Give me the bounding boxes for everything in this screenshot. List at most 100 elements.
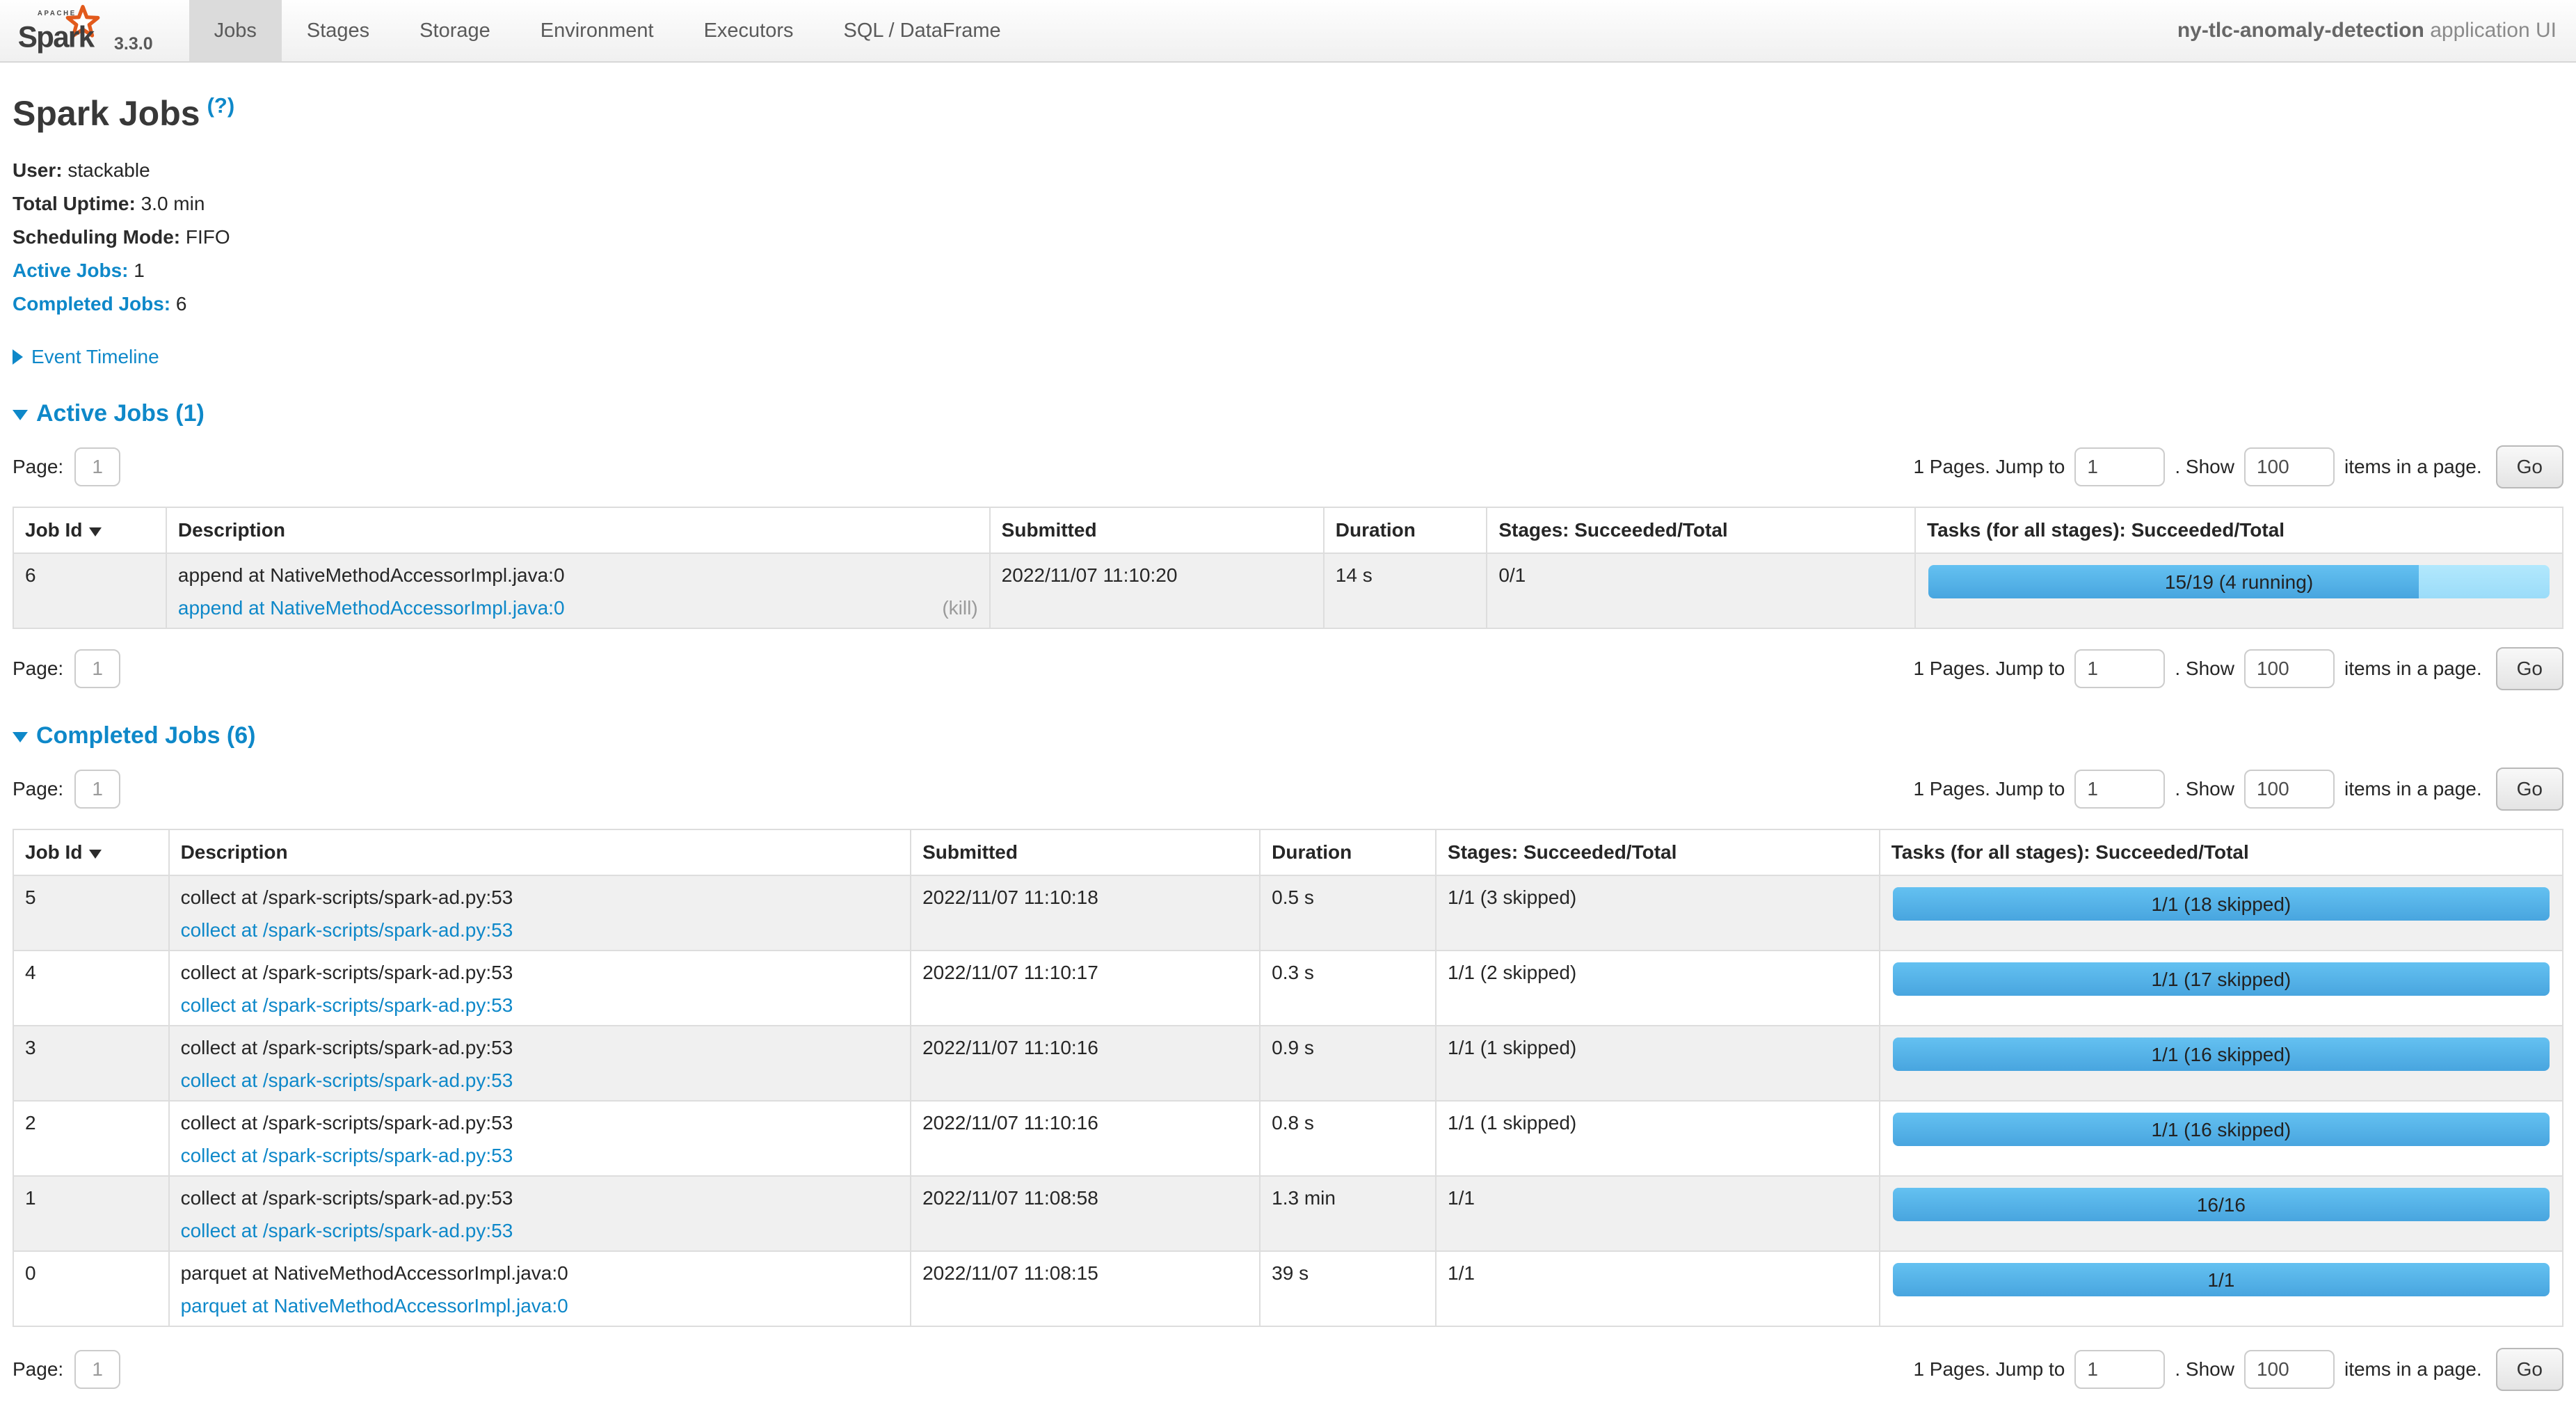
job-detail-link[interactable]: append at NativeMethodAccessorImpl.java:…	[178, 596, 565, 619]
page-number-input[interactable]	[74, 1350, 120, 1389]
description-cell: parquet at NativeMethodAccessorImpl.java…	[169, 1251, 911, 1326]
page-number-input[interactable]	[74, 447, 120, 486]
tab-environment[interactable]: Environment	[515, 0, 679, 61]
column-duration[interactable]: Duration	[1260, 829, 1436, 875]
tasks-cell: 1/1 (17 skipped)	[1880, 951, 2563, 1026]
job-id-cell: 5	[13, 875, 169, 951]
progress-label: 1/1 (18 skipped)	[1893, 887, 2550, 921]
submitted-cell: 2022/11/07 11:10:16	[911, 1101, 1260, 1176]
column-job-id[interactable]: Job Id	[13, 829, 169, 875]
completed-jobs-pager-top: Page: 1 Pages. Jump to . Show items in a…	[13, 768, 2563, 811]
submitted-cell: 2022/11/07 11:10:17	[911, 951, 1260, 1026]
items-per-page-input[interactable]	[2244, 649, 2335, 688]
spark-logo[interactable]: APACHE Spark 3.3.0	[0, 0, 160, 61]
job-id-cell: 4	[13, 951, 169, 1026]
stages-cell: 1/1 (1 skipped)	[1436, 1026, 1880, 1101]
completed-jobs-link[interactable]: Completed Jobs:	[13, 293, 170, 315]
collapse-open-icon	[13, 732, 28, 742]
jump-to-page-input[interactable]	[2074, 770, 2165, 809]
description-cell: collect at /spark-scripts/spark-ad.py:53…	[169, 1176, 911, 1251]
column-tasks[interactable]: Tasks (for all stages): Succeeded/Total	[1915, 507, 2563, 553]
tab-jobs[interactable]: Jobs	[189, 0, 282, 61]
job-id-cell: 6	[13, 553, 166, 628]
column-submitted[interactable]: Submitted	[911, 829, 1260, 875]
job-detail-link[interactable]: parquet at NativeMethodAccessorImpl.java…	[181, 1294, 568, 1317]
table-row: 4 collect at /spark-scripts/spark-ad.py:…	[13, 951, 2563, 1026]
submitted-cell: 2022/11/07 11:08:58	[911, 1176, 1260, 1251]
active-jobs-pager-bottom: Page: 1 Pages. Jump to . Show items in a…	[13, 647, 2563, 690]
stages-cell: 1/1	[1436, 1251, 1880, 1326]
sort-desc-icon	[89, 850, 102, 859]
spark-version: 3.3.0	[114, 34, 153, 57]
page-number-input[interactable]	[74, 649, 120, 688]
active-jobs-section-header[interactable]: Active Jobs (1)	[13, 400, 205, 427]
column-description[interactable]: Description	[166, 507, 990, 553]
jump-to-page-input[interactable]	[2074, 447, 2165, 486]
column-description[interactable]: Description	[169, 829, 911, 875]
page-number-input[interactable]	[74, 770, 120, 809]
submitted-cell: 2022/11/07 11:10:18	[911, 875, 1260, 951]
help-icon[interactable]: (?)	[207, 93, 235, 118]
duration-cell: 39 s	[1260, 1251, 1436, 1326]
task-progress-bar: 1/1 (18 skipped)	[1893, 887, 2550, 921]
column-duration[interactable]: Duration	[1324, 507, 1487, 553]
task-progress-bar: 16/16	[1893, 1188, 2550, 1221]
progress-label: 15/19 (4 running)	[1928, 565, 2550, 598]
duration-cell: 0.9 s	[1260, 1026, 1436, 1101]
stages-cell: 1/1	[1436, 1176, 1880, 1251]
go-button[interactable]: Go	[2496, 445, 2563, 488]
items-per-page-input[interactable]	[2244, 447, 2335, 486]
task-progress-bar: 15/19 (4 running)	[1928, 565, 2550, 598]
tasks-cell: 1/1	[1880, 1251, 2563, 1326]
kill-link[interactable]: (kill)	[942, 596, 977, 619]
jump-to-page-input[interactable]	[2074, 1350, 2165, 1389]
job-detail-link[interactable]: collect at /spark-scripts/spark-ad.py:53	[181, 1144, 513, 1167]
table-row: 0 parquet at NativeMethodAccessorImpl.ja…	[13, 1251, 2563, 1326]
progress-label: 1/1 (16 skipped)	[1893, 1038, 2550, 1071]
job-detail-link[interactable]: collect at /spark-scripts/spark-ad.py:53	[181, 1219, 513, 1242]
description-cell: collect at /spark-scripts/spark-ad.py:53…	[169, 1101, 911, 1176]
job-detail-link[interactable]: collect at /spark-scripts/spark-ad.py:53	[181, 919, 513, 941]
active-jobs-link[interactable]: Active Jobs:	[13, 260, 129, 281]
column-job-id[interactable]: Job Id	[13, 507, 166, 553]
event-timeline-toggle[interactable]: Event Timeline	[13, 346, 159, 368]
description-cell: collect at /spark-scripts/spark-ad.py:53…	[169, 875, 911, 951]
description-cell: append at NativeMethodAccessorImpl.java:…	[166, 553, 990, 628]
submitted-cell: 2022/11/07 11:10:20	[990, 553, 1324, 628]
items-per-page-input[interactable]	[2244, 770, 2335, 809]
collapse-closed-icon	[13, 349, 23, 365]
description-cell: collect at /spark-scripts/spark-ad.py:53…	[169, 951, 911, 1026]
progress-label: 1/1 (16 skipped)	[1893, 1113, 2550, 1146]
progress-label: 1/1 (17 skipped)	[1893, 962, 2550, 996]
go-button[interactable]: Go	[2496, 768, 2563, 811]
application-title: ny-tlc-anomaly-detection application UI	[2177, 19, 2576, 42]
tasks-cell: 1/1 (16 skipped)	[1880, 1101, 2563, 1176]
task-progress-bar: 1/1 (16 skipped)	[1893, 1038, 2550, 1071]
tab-sql-dataframe[interactable]: SQL / DataFrame	[819, 0, 1026, 61]
go-button[interactable]: Go	[2496, 1348, 2563, 1391]
column-submitted[interactable]: Submitted	[990, 507, 1324, 553]
stages-cell: 1/1 (1 skipped)	[1436, 1101, 1880, 1176]
column-stages[interactable]: Stages: Succeeded/Total	[1436, 829, 1880, 875]
submitted-cell: 2022/11/07 11:08:15	[911, 1251, 1260, 1326]
nav-tabs: Jobs Stages Storage Environment Executor…	[189, 0, 1026, 61]
task-progress-bar: 1/1 (17 skipped)	[1893, 962, 2550, 996]
active-jobs-pager-top: Page: 1 Pages. Jump to . Show items in a…	[13, 445, 2563, 488]
job-detail-link[interactable]: collect at /spark-scripts/spark-ad.py:53	[181, 1069, 513, 1092]
items-per-page-input[interactable]	[2244, 1350, 2335, 1389]
stages-cell: 1/1 (3 skipped)	[1436, 875, 1880, 951]
completed-jobs-pager-bottom: Page: 1 Pages. Jump to . Show items in a…	[13, 1348, 2563, 1391]
column-stages[interactable]: Stages: Succeeded/Total	[1487, 507, 1915, 553]
tab-stages[interactable]: Stages	[282, 0, 394, 61]
svg-text:APACHE: APACHE	[38, 10, 77, 17]
tab-storage[interactable]: Storage	[394, 0, 515, 61]
progress-label: 16/16	[1893, 1188, 2550, 1221]
completed-jobs-section-header[interactable]: Completed Jobs (6)	[13, 722, 255, 749]
duration-cell: 14 s	[1324, 553, 1487, 628]
go-button[interactable]: Go	[2496, 647, 2563, 690]
tab-executors[interactable]: Executors	[679, 0, 819, 61]
column-tasks[interactable]: Tasks (for all stages): Succeeded/Total	[1880, 829, 2563, 875]
jump-to-page-input[interactable]	[2074, 649, 2165, 688]
job-detail-link[interactable]: collect at /spark-scripts/spark-ad.py:53	[181, 994, 513, 1017]
job-id-cell: 0	[13, 1251, 169, 1326]
